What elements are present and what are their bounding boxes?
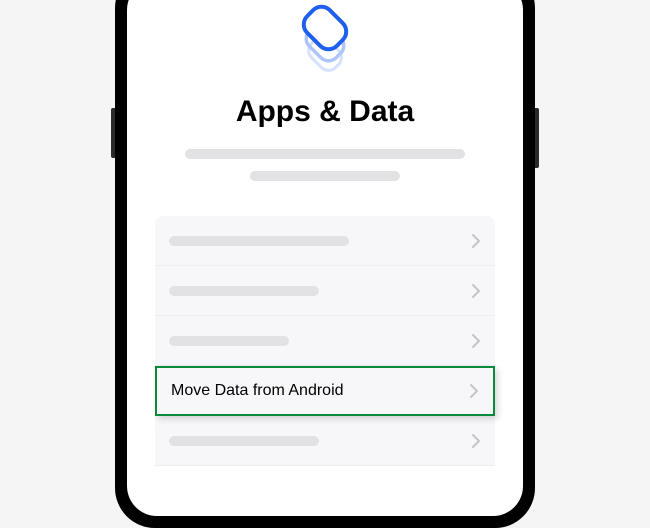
phone-side-button-right [535,108,539,168]
page-title: Apps & Data [236,95,414,129]
chevron-right-icon [472,434,481,448]
phone-side-button-left [111,108,115,158]
phone-frame: Apps & Data [115,0,535,528]
chevron-right-icon [470,384,479,398]
option-row-3[interactable] [155,316,495,366]
option-label: Move Data from Android [171,382,344,400]
option-row-5[interactable] [155,416,495,466]
option-placeholder [169,236,349,246]
chevron-right-icon [472,334,481,348]
subtitle-placeholder-line-2 [250,171,400,181]
option-placeholder [169,286,319,296]
apps-data-stack-icon [294,0,356,77]
option-row-2[interactable] [155,266,495,316]
chevron-right-icon [472,234,481,248]
chevron-right-icon [472,284,481,298]
options-list: Move Data from Android [155,216,495,466]
option-move-data-from-android[interactable]: Move Data from Android [155,366,495,416]
option-placeholder [169,336,289,346]
subtitle-placeholder-line-1 [185,149,465,159]
phone-screen: Apps & Data [127,0,523,516]
option-placeholder [169,436,319,446]
option-row-1[interactable] [155,216,495,266]
